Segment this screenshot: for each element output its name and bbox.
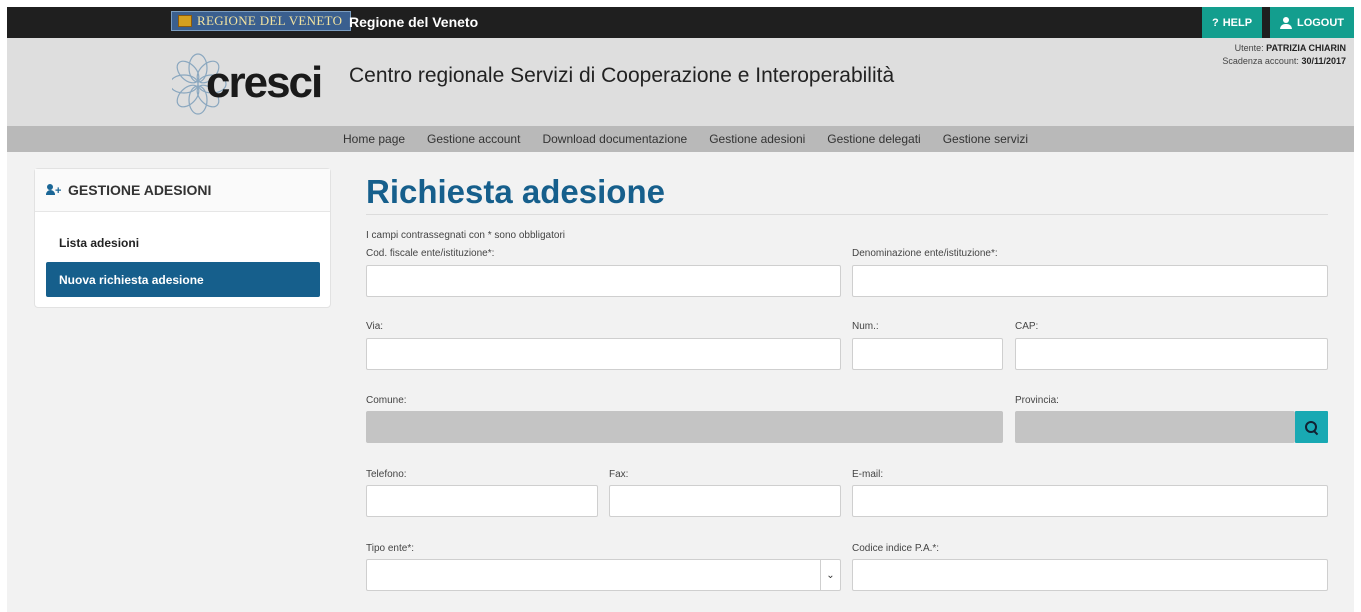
help-label: HELP [1222,16,1253,29]
sidebar: + GESTIONE ADESIONI Lista adesioni Nuova… [34,168,331,308]
expiry-label: Scadenza account: [1222,56,1299,66]
cod-fiscale-input[interactable] [366,265,841,297]
via-input[interactable] [366,338,841,370]
search-comune-button[interactable] [1295,411,1328,443]
sidebar-title: GESTIONE ADESIONI [68,182,212,198]
logout-button[interactable]: LOGOUT [1270,7,1354,38]
top-bar-inner: REGIONE DEL VENETO Regione del Veneto ? … [7,7,1354,38]
top-bar: REGIONE DEL VENETO Regione del Veneto ? … [0,0,1361,40]
chevron-down-icon[interactable]: ⌄ [820,560,840,590]
cod-fiscale-label: Cod. fiscale ente/istituzione*: [366,248,495,259]
user-icon [1279,16,1292,29]
top-bar-title: Regione del Veneto [349,14,479,30]
nav-item-gestione-account[interactable]: Gestione account [427,132,520,146]
sidebar-item-label: Nuova richiesta adesione [59,272,204,287]
page-title: Richiesta adesione [366,173,665,210]
question-icon: ? [1211,16,1219,29]
cresci-logo[interactable]: cresci [172,50,332,118]
nav-items: Home page Gestione account Download docu… [343,126,1028,152]
telefono-label: Telefono: [366,469,407,480]
user-info: Utente: PATRIZIA CHIARIN Scadenza accoun… [1222,42,1346,68]
nav-item-gestione-delegati[interactable]: Gestione delegati [827,132,920,146]
expiry-date: 30/11/2017 [1301,56,1346,66]
expiry-line: Scadenza account: 30/11/2017 [1222,55,1346,68]
title-divider [366,214,1328,215]
sidebar-item-lista-adesioni[interactable]: Lista adesioni [59,236,139,250]
codice-ipa-label: Codice indice P.A.*: [852,543,940,554]
sidebar-header: + GESTIONE ADESIONI [35,169,330,212]
nav-item-download-documentazione[interactable]: Download documentazione [542,132,687,146]
comune-input [366,411,1003,443]
nav-item-gestione-adesioni[interactable]: Gestione adesioni [709,132,805,146]
logout-label: LOGOUT [1296,16,1345,29]
user-name: PATRIZIA CHIARIN [1266,43,1346,53]
provincia-label: Provincia: [1015,395,1059,406]
user-label: Utente: [1234,43,1264,53]
telefono-input[interactable] [366,485,598,517]
nav-item-gestione-servizi[interactable]: Gestione servizi [943,132,1028,146]
fax-input[interactable] [609,485,841,517]
codice-ipa-input[interactable] [852,559,1328,591]
site-header: cresci Centro regionale Servizi di Coope… [7,38,1354,126]
num-label: Num.: [852,321,879,332]
num-input[interactable] [852,338,1003,370]
required-fields-note: I campi contrassegnati con * sono obblig… [366,230,566,241]
regione-veneto-logo-text: REGIONE DEL VENETO [197,13,343,28]
comune-label: Comune: [366,395,407,406]
email-label: E-mail: [852,469,884,480]
cresci-logo-text: cresci [206,58,323,107]
email-input[interactable] [852,485,1328,517]
sidebar-item-nuova-richiesta-adesione[interactable]: Nuova richiesta adesione [46,262,320,297]
user-line: Utente: PATRIZIA CHIARIN [1222,42,1346,55]
main-nav: Home page Gestione account Download docu… [7,126,1354,152]
denominazione-label: Denominazione ente/istituzione*: [852,248,998,259]
denominazione-input[interactable] [852,265,1328,297]
nav-item-home[interactable]: Home page [343,132,405,146]
tipo-ente-select[interactable]: ⌄ [366,559,841,591]
cap-input[interactable] [1015,338,1328,370]
provincia-input [1015,411,1295,443]
search-icon [1305,420,1318,434]
lion-crest-icon [178,15,192,27]
header-title: Centro regionale Servizi di Cooperazione… [349,64,895,87]
add-user-icon: + [46,184,62,197]
cap-label: CAP: [1015,321,1039,332]
via-label: Via: [366,321,384,332]
regione-veneto-logo[interactable]: REGIONE DEL VENETO [171,11,352,31]
help-button[interactable]: ? HELP [1202,7,1262,38]
tipo-ente-label: Tipo ente*: [366,543,414,554]
fax-label: Fax: [609,469,629,480]
